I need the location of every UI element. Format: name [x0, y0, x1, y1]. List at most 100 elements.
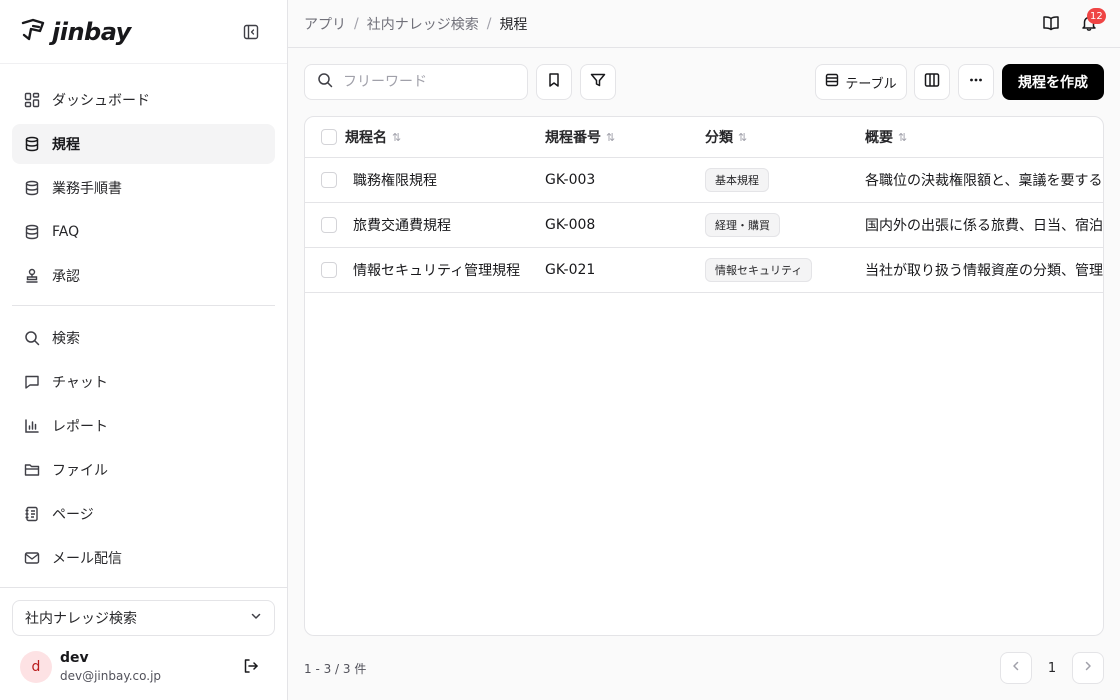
- view-switch-button[interactable]: テーブル: [815, 64, 907, 100]
- breadcrumb-separator: /: [486, 15, 492, 32]
- category-tag: 経理・購買: [705, 213, 780, 237]
- sidebar-item-label: ファイル: [52, 463, 108, 479]
- more-options-button[interactable]: [958, 64, 994, 100]
- sidebar-item-label: 検索: [52, 331, 80, 347]
- cell-name[interactable]: 旅費交通費規程: [353, 203, 543, 247]
- sidebar-item-report[interactable]: レポート: [12, 406, 275, 446]
- search-input[interactable]: [343, 74, 503, 90]
- sidebar-item-search[interactable]: 検索: [12, 318, 275, 358]
- workspace-select-value: 社内ナレッジ検索: [25, 611, 137, 627]
- sidebar-item-chat[interactable]: チャット: [12, 362, 275, 402]
- book-open-icon[interactable]: [1042, 14, 1060, 36]
- cell-category: 経理・購買: [705, 203, 855, 247]
- breadcrumb-item-current: 規程: [499, 16, 528, 33]
- column-header-label: 分類: [705, 130, 733, 146]
- table-row[interactable]: 職務権限規程 GK-003 基本規程 各職位の決裁権限額と、稟議を要する: [305, 158, 1103, 203]
- sidebar-item-label: メール配信: [52, 551, 122, 567]
- filter-icon: [590, 72, 606, 92]
- sidebar-item-label: ページ: [52, 507, 94, 523]
- sort-icon[interactable]: ⇅: [392, 131, 401, 144]
- prev-page-button[interactable]: [1000, 652, 1032, 684]
- cell-name[interactable]: 職務権限規程: [353, 158, 543, 202]
- table-icon: [825, 73, 839, 91]
- sort-icon[interactable]: ⇅: [606, 131, 615, 144]
- breadcrumb-item-workspace[interactable]: 社内ナレッジ検索: [367, 14, 479, 34]
- chat-icon: [24, 374, 40, 390]
- filter-button[interactable]: [580, 64, 616, 100]
- breadcrumb-item-apps[interactable]: アプリ: [304, 14, 346, 34]
- sidebar-item-mail[interactable]: メール配信: [12, 538, 275, 578]
- workspace-select[interactable]: 社内ナレッジ検索: [12, 600, 275, 636]
- category-tag: 基本規程: [705, 168, 769, 192]
- brand-logo[interactable]: jinbay: [20, 17, 131, 47]
- next-page-button[interactable]: [1072, 652, 1104, 684]
- sidebar-item-label: ダッシュボード: [52, 93, 150, 109]
- sidebar-footer: 社内ナレッジ検索 d dev dev@jinbay.co.jp: [0, 587, 287, 700]
- database-icon: [24, 136, 40, 152]
- sidebar-divider: [12, 305, 275, 306]
- column-header-code[interactable]: 規程番号 ⇅: [545, 117, 695, 157]
- bar-chart-icon: [24, 418, 40, 434]
- sidebar-item-procedures[interactable]: 業務手順書: [12, 168, 275, 208]
- columns-icon: [924, 72, 940, 92]
- create-regulation-button[interactable]: 規程を作成: [1002, 64, 1104, 100]
- sidebar-nav: ダッシュボード 規程 業務手順書 FAQ 承認 検索 チャット レポート ファイ…: [0, 64, 287, 578]
- row-checkbox-cell: [321, 158, 339, 202]
- brand-header: jinbay: [0, 0, 287, 64]
- column-header-label: 規程番号: [545, 130, 601, 146]
- column-header-category[interactable]: 分類 ⇅: [705, 117, 855, 157]
- row-checkbox[interactable]: [321, 262, 337, 278]
- row-checkbox-cell: [321, 248, 339, 292]
- user-profile: d dev dev@jinbay.co.jp: [12, 650, 275, 683]
- chevron-left-icon: [1010, 660, 1022, 676]
- column-header-label: 概要: [865, 130, 893, 146]
- user-name: dev: [60, 650, 89, 666]
- sidebar-collapse-icon[interactable]: [241, 22, 261, 42]
- select-all-checkbox[interactable]: [321, 129, 337, 145]
- list-toolbar: テーブル 規程を作成: [304, 64, 1104, 100]
- user-email: dev@jinbay.co.jp: [60, 668, 162, 683]
- bookmark-icon: [546, 72, 562, 92]
- category-tag: 情報セキュリティ: [705, 258, 813, 282]
- cell-name[interactable]: 情報セキュリティ管理規程: [353, 248, 543, 292]
- logout-icon[interactable]: [243, 658, 259, 678]
- avatar[interactable]: d: [20, 650, 52, 683]
- jinbay-logo-icon: [20, 17, 46, 47]
- folder-icon: [24, 462, 40, 478]
- sort-icon[interactable]: ⇅: [898, 131, 907, 144]
- chevron-right-icon: [1082, 660, 1094, 676]
- table-row[interactable]: 情報セキュリティ管理規程 GK-021 情報セキュリティ 当社が取り扱う情報資産…: [305, 248, 1103, 293]
- sort-icon[interactable]: ⇅: [738, 131, 747, 144]
- notification-count-badge: 12: [1087, 8, 1106, 24]
- columns-button[interactable]: [914, 64, 950, 100]
- search-box: [304, 64, 528, 100]
- notification-bell[interactable]: 12: [1080, 8, 1106, 36]
- database-icon: [24, 224, 40, 240]
- cell-summary: 国内外の出張に係る旅費、日当、宿泊: [865, 218, 1103, 234]
- dashboard-icon: [24, 92, 40, 108]
- mail-icon: [24, 550, 40, 566]
- current-page[interactable]: 1: [1040, 661, 1064, 676]
- user-meta: dev dev@jinbay.co.jp: [60, 650, 161, 683]
- result-count: 1 - 3 / 3 件: [304, 662, 367, 676]
- sidebar-item-label: 規程: [52, 137, 80, 153]
- sidebar-item-dashboard[interactable]: ダッシュボード: [12, 80, 275, 120]
- column-header-summary[interactable]: 概要 ⇅: [865, 117, 1103, 157]
- cell-code: GK-003: [545, 172, 596, 188]
- table-row[interactable]: 旅費交通費規程 GK-008 経理・購買 国内外の出張に係る旅費、日当、宿泊: [305, 203, 1103, 248]
- sidebar: jinbay ダッシュボード 規程 業務手順書 FAQ 承認 検索 チャット レ…: [0, 0, 288, 700]
- notebook-icon: [24, 506, 40, 522]
- sidebar-item-files[interactable]: ファイル: [12, 450, 275, 490]
- column-header-name[interactable]: 規程名 ⇅: [345, 117, 535, 157]
- sidebar-item-regulations[interactable]: 規程: [12, 124, 275, 164]
- row-checkbox-cell: [321, 203, 339, 247]
- regulations-table: 規程名 ⇅ 規程番号 ⇅ 分類 ⇅ 概要 ⇅ 職務権限規程 GK-003 基本規…: [304, 116, 1104, 636]
- cell-code: GK-021: [545, 262, 596, 278]
- bookmark-button[interactable]: [536, 64, 572, 100]
- sidebar-item-pages[interactable]: ページ: [12, 494, 275, 534]
- row-checkbox[interactable]: [321, 217, 337, 233]
- row-checkbox[interactable]: [321, 172, 337, 188]
- cell-summary: 当社が取り扱う情報資産の分類、管理: [865, 263, 1103, 279]
- sidebar-item-approval[interactable]: 承認: [12, 256, 275, 296]
- sidebar-item-faq[interactable]: FAQ: [12, 212, 275, 252]
